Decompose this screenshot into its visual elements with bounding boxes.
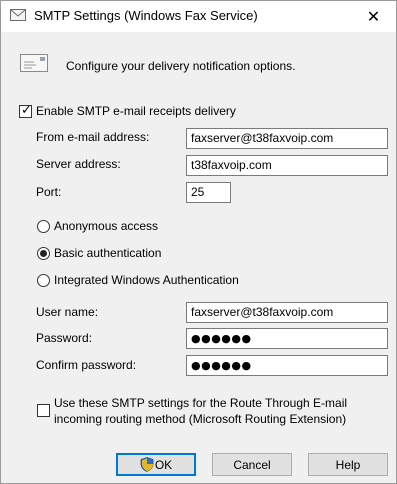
integrated-windows-auth-radio[interactable] [37, 274, 50, 287]
confirm-password-field[interactable]: ●●●●●● [186, 355, 388, 376]
dialog-body: Configure your delivery notification opt… [1, 32, 396, 483]
password-label: Password: [36, 331, 93, 345]
username-label: User name: [36, 305, 99, 319]
envelope-icon [10, 9, 26, 21]
help-button[interactable]: Help [308, 453, 388, 476]
ok-button-label: OK [154, 457, 173, 472]
help-button-label: Help [335, 457, 361, 472]
envelope-icon [20, 54, 48, 72]
uac-shield-icon [140, 457, 154, 472]
server-address-field[interactable]: t38faxvoip.com [186, 155, 388, 176]
header-description: Configure your delivery notification opt… [66, 59, 296, 73]
port-field[interactable]: 25 [186, 182, 231, 203]
anonymous-access-label[interactable]: Anonymous access [54, 219, 158, 233]
close-icon: ✕ [366, 8, 381, 26]
ok-button[interactable]: OK [116, 453, 196, 476]
basic-authentication-radio[interactable] [37, 247, 50, 260]
integrated-windows-auth-label[interactable]: Integrated Windows Authentication [54, 273, 239, 287]
anonymous-access-radio[interactable] [37, 220, 50, 233]
cancel-button-label: Cancel [233, 457, 271, 472]
smtp-settings-dialog: SMTP Settings (Windows Fax Service) ✕ Co… [0, 0, 397, 484]
username-field[interactable]: faxserver@t38faxvoip.com [186, 302, 388, 323]
window-title: SMTP Settings (Windows Fax Service) [34, 8, 258, 23]
cancel-button[interactable]: Cancel [212, 453, 292, 476]
server-address-label: Server address: [36, 157, 121, 171]
password-field[interactable]: ●●●●●● [186, 328, 388, 349]
basic-authentication-label[interactable]: Basic authentication [54, 246, 161, 260]
routing-method-checkbox[interactable] [37, 404, 50, 417]
routing-method-label-line2[interactable]: incoming routing method (Microsoft Routi… [54, 412, 346, 426]
port-label: Port: [36, 185, 62, 199]
from-address-field[interactable]: faxserver@t38faxvoip.com [186, 128, 388, 149]
routing-method-label-line1[interactable]: Use these SMTP settings for the Route Th… [54, 396, 347, 410]
from-address-label: From e-mail address: [36, 130, 150, 144]
checkmark-icon: ✓ [21, 103, 32, 118]
enable-smtp-checkbox[interactable]: ✓ [19, 103, 32, 118]
confirm-password-label: Confirm password: [36, 358, 137, 372]
title-bar[interactable]: SMTP Settings (Windows Fax Service) ✕ [1, 1, 396, 32]
enable-smtp-label[interactable]: Enable SMTP e-mail receipts delivery [36, 104, 236, 118]
close-button[interactable]: ✕ [351, 1, 396, 32]
